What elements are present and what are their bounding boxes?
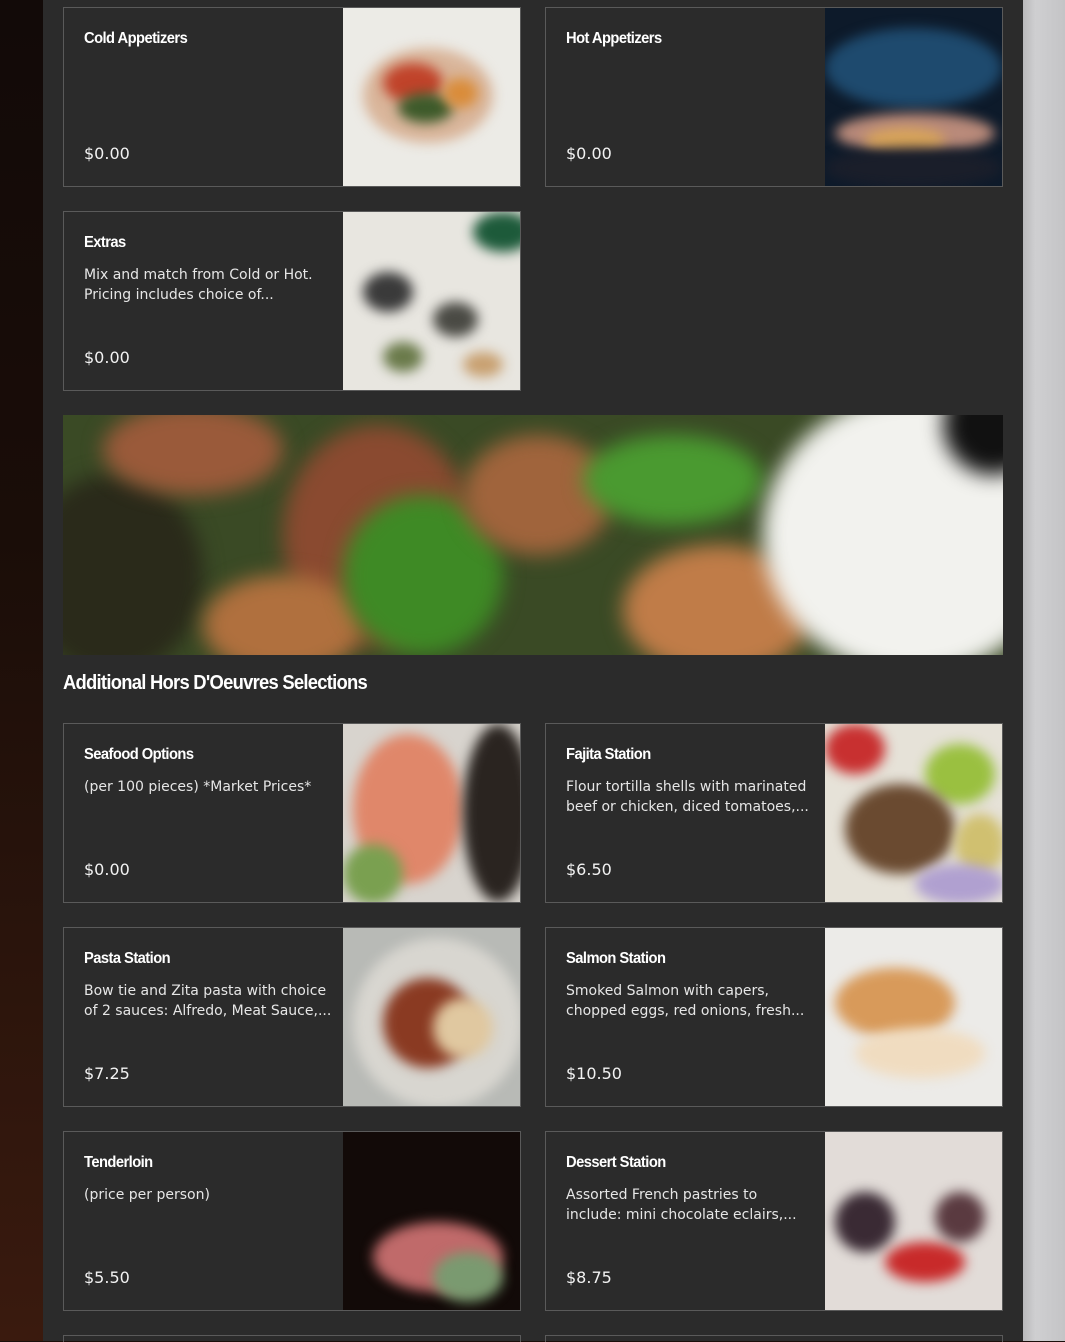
section-title: Additional Hors D'Oeuvres Selections (63, 672, 368, 694)
page-background-right (1023, 0, 1065, 1341)
menu-item-title: Pasta Station (84, 950, 171, 967)
menu-item-title: Extras (84, 234, 126, 251)
salmon-image (825, 928, 1002, 1106)
menu-item-description: Assorted French pastries to include: min… (566, 1187, 797, 1223)
menu-item-title: Fajita Station (566, 746, 651, 763)
menu-item-price: $6.50 (566, 860, 612, 879)
menu-item-description: Mix and match from Cold or Hot. Pricing … (84, 267, 313, 303)
menu-item-hot-appetizers[interactable]: Hot Appetizers $0.00 (545, 7, 1003, 187)
menu-item-price: $7.25 (84, 1064, 130, 1083)
menu-item-cold-appetizers[interactable]: Cold Appetizers $0.00 (63, 7, 521, 187)
hors-doeuvres-banner-image (63, 415, 1003, 655)
menu-item-title: Seafood Options (84, 746, 194, 763)
menu-item-description: Bow tie and Zita pasta with choice of 2 … (84, 983, 332, 1019)
menu-item-salmon-station[interactable]: Salmon Station Smoked Salmon with capers… (545, 927, 1003, 1107)
menu-item-description: (per 100 pieces) *Market Prices* (84, 779, 312, 795)
menu-item-description: Flour tortilla shells with marinated bee… (566, 779, 809, 815)
seafood-image (343, 724, 520, 902)
menu-item-description: (price per person) (84, 1187, 210, 1203)
menu-item-title: Dessert Station (566, 1154, 666, 1171)
hot-appetizers-image (825, 8, 1002, 186)
menu-item-dessert-station[interactable]: Dessert Station Assorted French pastries… (545, 1131, 1003, 1311)
page-background-left (0, 0, 43, 1341)
menu-item-price: $0.00 (84, 348, 130, 367)
menu-item-title: Hot Appetizers (566, 30, 662, 47)
pasta-image (343, 928, 520, 1106)
menu-item-price: $8.75 (566, 1268, 612, 1287)
menu-item-extras[interactable]: Extras Mix and match from Cold or Hot. P… (63, 211, 521, 391)
menu-item-title: Salmon Station (566, 950, 666, 967)
menu-item-fajita-station[interactable]: Fajita Station Flour tortilla shells wit… (545, 723, 1003, 903)
menu-item-pasta-station[interactable]: Pasta Station Bow tie and Zita pasta wit… (63, 927, 521, 1107)
menu-item-seafood-options[interactable]: Seafood Options (per 100 pieces) *Market… (63, 723, 521, 903)
fajita-image (825, 724, 1002, 902)
menu-item-title: Cold Appetizers (84, 30, 188, 47)
menu-item-price: $5.50 (84, 1268, 130, 1287)
menu-item-price: $0.00 (566, 144, 612, 163)
dessert-image (825, 1132, 1002, 1310)
extras-image (343, 212, 520, 390)
menu-item-price: $0.00 (84, 144, 130, 163)
menu-item-title: Tenderloin (84, 1154, 153, 1171)
menu-item-tenderloin[interactable]: Tenderloin (price per person) $5.50 (63, 1131, 521, 1311)
menu-item-price: $10.50 (566, 1064, 622, 1083)
menu-item-description: Smoked Salmon with capers, chopped eggs,… (566, 983, 805, 1019)
tenderloin-image (343, 1132, 520, 1310)
menu-item-price: $0.00 (84, 860, 130, 879)
cold-appetizers-image (343, 8, 520, 186)
